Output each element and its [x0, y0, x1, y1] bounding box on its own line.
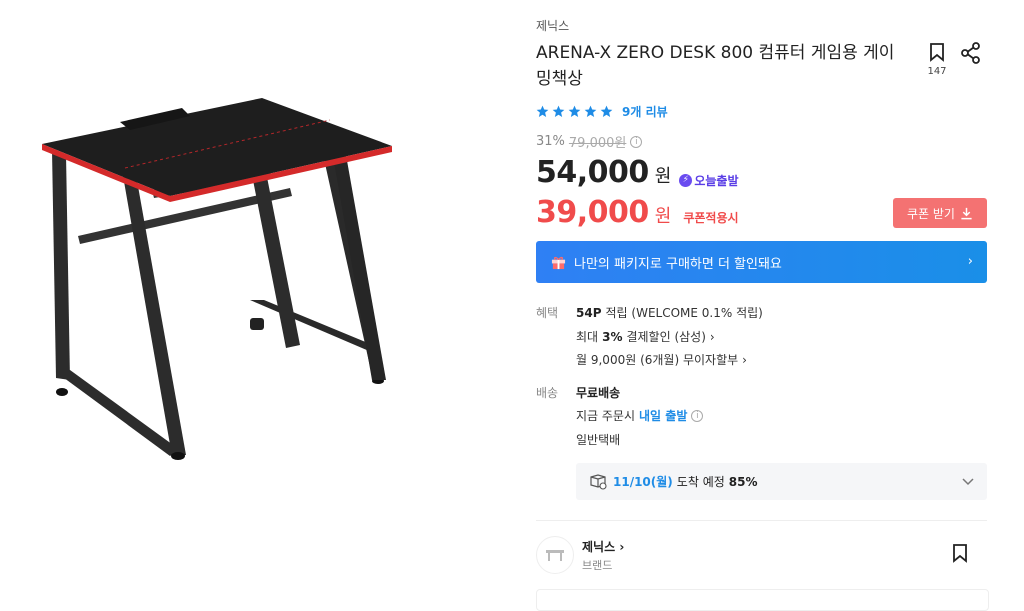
today-shipping-badge: ⚡ 오늘출발: [679, 172, 739, 189]
seller-type: 브랜드: [582, 559, 613, 572]
brand-link[interactable]: 제닉스: [536, 17, 569, 34]
card-text: 결제할인 (삼성): [626, 330, 706, 344]
seller-name: 제닉스: [582, 540, 616, 554]
sale-price-row: 54,000 원 ⚡ 오늘출발: [536, 155, 739, 190]
bolt-icon: ⚡: [679, 173, 693, 187]
delivery-eta-box[interactable]: 11/10(월) 도착 예정 85%: [576, 463, 987, 500]
desk-illustration: [42, 98, 392, 460]
today-badge-label: 오늘출발: [694, 173, 739, 188]
review-link[interactable]: 9개 리뷰: [622, 103, 668, 120]
seller-bookmark-button[interactable]: [951, 543, 969, 567]
shipping-label: 배송: [536, 386, 559, 400]
download-icon: [961, 207, 972, 219]
truck-icon: [590, 473, 607, 490]
points-text: 적립 (WELCOME 0.1% 적립): [605, 306, 763, 320]
desk-logo-icon: [546, 550, 564, 561]
points-row: 54P 적립 (WELCOME 0.1% 적립): [576, 304, 763, 321]
share-button[interactable]: [960, 42, 982, 68]
shipping-method: 일반택배: [576, 433, 621, 447]
coupon-price: 39,000: [536, 195, 649, 230]
discount-row: 31% 79,000원 i: [536, 132, 643, 151]
shipping-fee: 무료배송: [576, 386, 621, 400]
bookmark-button[interactable]: 147: [924, 42, 950, 77]
bookmark-count: 147: [927, 66, 947, 77]
eta-date: 11/10(월): [613, 475, 673, 489]
bookmark-icon: [930, 43, 944, 62]
star-icon: [600, 105, 613, 118]
star-icon: [568, 105, 581, 118]
eta-rate: 85%: [728, 474, 758, 489]
benefits-label: 혜택: [536, 306, 559, 320]
banner-text: 나만의 패키지로 구매하면 더 할인돼요: [574, 256, 782, 272]
product-image: [0, 0, 520, 601]
points-amount: 54P: [576, 305, 602, 320]
divider: [536, 520, 987, 521]
coupon-button-label: 쿠폰 받기: [907, 206, 955, 221]
dispatch-prefix: 지금 주문시: [576, 409, 636, 423]
chevron-right-icon: ›: [709, 329, 715, 344]
bookmark-icon: [953, 544, 967, 563]
chevron-down-icon: [962, 478, 974, 486]
seller-name-link[interactable]: 제닉스 ›: [582, 538, 624, 555]
card-rate: 3%: [602, 329, 623, 344]
gift-icon: [551, 256, 566, 269]
star-icon: [584, 105, 597, 118]
shipping-method-row: 일반택배: [576, 431, 620, 448]
chevron-right-icon: ›: [742, 352, 747, 367]
info-icon[interactable]: i: [691, 409, 704, 422]
star-icon: [536, 105, 549, 118]
eta-text: 도착 예정: [676, 475, 725, 489]
discount-rate: 31%: [536, 134, 565, 149]
installment-text: 월 9,000원 (6개월) 무이자할부: [576, 353, 739, 367]
shipping-fee-row: 무료배송: [576, 384, 620, 401]
star-icon: [552, 105, 565, 118]
coupon-applied-label: 쿠폰적용시: [683, 211, 739, 225]
chevron-right-icon: ›: [967, 254, 973, 269]
original-price: 79,000원: [568, 136, 627, 151]
coupon-download-button[interactable]: 쿠폰 받기: [893, 198, 987, 228]
coupon-currency-label: 원: [654, 206, 672, 227]
package-banner[interactable]: 나만의 패키지로 구매하면 더 할인돼요 ›: [536, 241, 987, 283]
sale-price: 54,000: [536, 155, 649, 190]
chevron-right-icon: ›: [619, 540, 625, 554]
info-icon[interactable]: i: [630, 135, 643, 148]
product-info-panel: 제닉스 ARENA-X ZERO DESK 800 컴퓨터 게임용 게이밍책상 …: [536, 0, 989, 611]
installment-row[interactable]: 월 9,000원 (6개월) 무이자할부 ›: [576, 351, 747, 368]
next-section-card: [536, 589, 989, 611]
card-prefix: 최대: [576, 330, 599, 344]
rating-row[interactable]: 9개 리뷰: [536, 103, 668, 120]
currency-label: 원: [654, 166, 672, 187]
seller-logo: [536, 536, 574, 574]
coupon-price-row: 39,000 원 쿠폰적용시: [536, 195, 739, 230]
product-title: ARENA-X ZERO DESK 800 컴퓨터 게임용 게이밍책상: [536, 43, 895, 89]
dispatch-highlight: 내일 출발: [639, 409, 688, 423]
shipping-dispatch-row: 지금 주문시 내일 출발 i: [576, 407, 704, 424]
card-discount-row[interactable]: 최대 3% 결제할인 (삼성) ›: [576, 328, 715, 345]
seller-row[interactable]: 제닉스 › 브랜드: [536, 535, 987, 575]
share-icon: [961, 42, 980, 64]
